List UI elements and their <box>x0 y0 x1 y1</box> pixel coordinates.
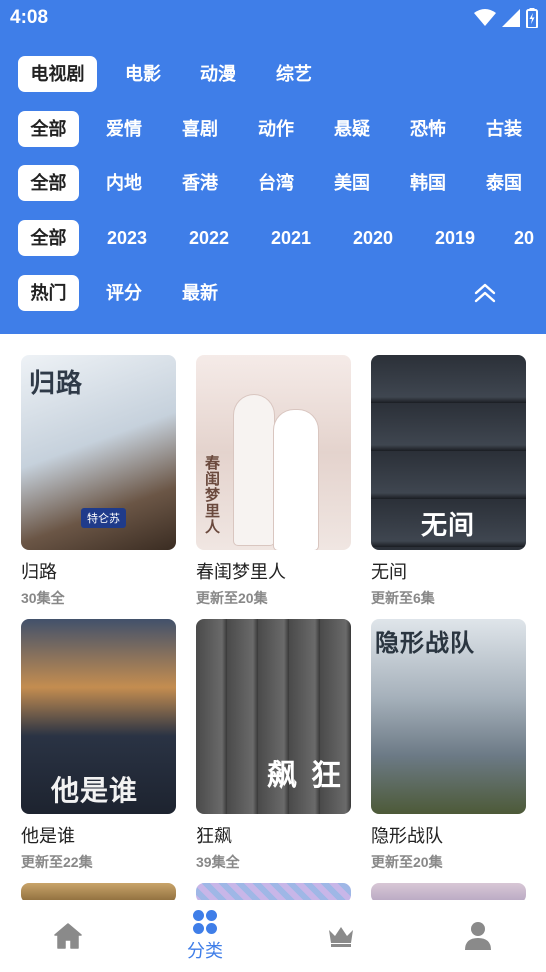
show-grid: 归路 特仑苏 归路 30集全 春闺梦里人 春闺梦里人 更新至20集 无间 无间 … <box>0 334 546 900</box>
poster-badge: 特仑苏 <box>81 508 126 528</box>
category-tabs: 电视剧 电影 动漫 综艺 <box>18 56 546 92</box>
poster-title-text: 归路 <box>29 369 84 399</box>
show-poster[interactable] <box>21 883 176 900</box>
episode-status: 更新至20集 <box>196 590 268 606</box>
nav-home[interactable] <box>0 900 136 972</box>
show-card[interactable]: 无间 无间 更新至6集 <box>371 355 526 608</box>
poster-title-text: 他是谁 <box>51 774 139 807</box>
nav-category-label: 分类 <box>187 941 223 961</box>
show-title: 狂飙 <box>196 826 232 846</box>
collapse-chevron-icon[interactable] <box>472 282 498 304</box>
region-mainland[interactable]: 内地 <box>94 165 154 201</box>
tab-anime[interactable]: 动漫 <box>188 56 248 92</box>
year-2022[interactable]: 2022 <box>179 220 239 256</box>
region-usa[interactable]: 美国 <box>322 165 382 201</box>
genre-action[interactable]: 动作 <box>246 111 306 147</box>
year-2020[interactable]: 2020 <box>343 220 403 256</box>
poster-figure <box>234 395 274 545</box>
bottom-nav: 分类 <box>0 900 546 972</box>
year-2019[interactable]: 2019 <box>425 220 485 256</box>
signal-icon <box>502 9 520 27</box>
year-2023[interactable]: 2023 <box>97 220 157 256</box>
battery-icon <box>526 8 538 28</box>
sort-hot[interactable]: 热门 <box>18 275 79 311</box>
show-card[interactable]: 狂飙 狂飙 39集全 <box>196 619 351 872</box>
show-title: 隐形战队 <box>371 826 443 846</box>
sort-latest[interactable]: 最新 <box>170 275 230 311</box>
episode-status: 30集全 <box>21 590 65 606</box>
episode-status: 更新至6集 <box>371 590 435 606</box>
region-filter: 全部 内地 香港 台湾 美国 韩国 泰国 <box>18 165 546 201</box>
show-poster[interactable]: 狂飙 <box>196 619 351 814</box>
poster-title-text: 无间 <box>421 511 476 541</box>
poster-figure <box>274 410 318 550</box>
region-taiwan[interactable]: 台湾 <box>246 165 306 201</box>
show-card[interactable]: 归路 特仑苏 归路 30集全 <box>21 355 176 608</box>
poster-title-text: 春闺梦里人 <box>203 455 221 535</box>
genre-romance[interactable]: 爱情 <box>94 111 154 147</box>
poster-title-text: 隐形战队 <box>375 628 475 657</box>
sort-rating[interactable]: 评分 <box>94 275 154 311</box>
status-icons <box>474 8 538 28</box>
user-icon <box>465 922 491 950</box>
nav-profile[interactable] <box>410 900 546 972</box>
genre-filter: 全部 爱情 喜剧 动作 悬疑 恐怖 古装 <box>18 111 546 147</box>
episode-status: 39集全 <box>196 854 240 870</box>
status-time: 4:08 <box>10 7 49 28</box>
poster-title-text: 狂飙 <box>261 759 340 790</box>
status-bar: 4:08 <box>0 0 546 36</box>
home-icon <box>54 923 82 949</box>
show-poster[interactable]: 他是谁 <box>21 619 176 814</box>
region-all[interactable]: 全部 <box>18 165 79 201</box>
nav-category[interactable]: 分类 <box>137 900 273 972</box>
tab-movies[interactable]: 电影 <box>113 56 173 92</box>
year-all[interactable]: 全部 <box>18 220 79 256</box>
genre-comedy[interactable]: 喜剧 <box>170 111 230 147</box>
wifi-icon <box>474 9 496 26</box>
year-filter: 全部 2023 2022 2021 2020 2019 20 <box>18 220 546 256</box>
show-poster[interactable]: 隐形战队 <box>371 619 526 814</box>
crown-icon <box>329 927 353 947</box>
year-partial[interactable]: 20 <box>514 220 546 256</box>
region-hongkong[interactable]: 香港 <box>170 165 230 201</box>
show-title: 无间 <box>371 562 407 582</box>
show-card[interactable]: 他是谁 他是谁 更新至22集 <box>21 619 176 872</box>
tab-variety[interactable]: 综艺 <box>264 56 324 92</box>
show-poster[interactable]: 归路 特仑苏 <box>21 355 176 550</box>
nav-vip[interactable] <box>273 900 409 972</box>
show-poster[interactable] <box>371 883 526 900</box>
show-poster[interactable]: 无间 <box>371 355 526 550</box>
show-card[interactable]: 隐形战队 隐形战队 更新至20集 <box>371 619 526 872</box>
show-card[interactable]: 春闺梦里人 春闺梦里人 更新至20集 <box>196 355 351 608</box>
genre-all[interactable]: 全部 <box>18 111 79 147</box>
genre-horror[interactable]: 恐怖 <box>398 111 458 147</box>
filter-header: 4:08 电视剧 电影 动漫 综艺 全部 爱情 喜剧 动作 悬疑 恐怖 古装 全… <box>0 0 546 334</box>
year-2021[interactable]: 2021 <box>261 220 321 256</box>
show-poster[interactable] <box>196 883 351 900</box>
region-korea[interactable]: 韩国 <box>398 165 458 201</box>
show-poster[interactable]: 春闺梦里人 <box>196 355 351 550</box>
show-title: 他是谁 <box>21 826 75 846</box>
show-title: 春闺梦里人 <box>196 562 286 582</box>
tab-tv-series[interactable]: 电视剧 <box>18 56 97 92</box>
episode-status: 更新至20集 <box>371 854 443 870</box>
show-title: 归路 <box>21 562 57 582</box>
grid-category-icon <box>193 910 217 934</box>
sort-filter: 热门 评分 最新 <box>18 275 546 311</box>
episode-status: 更新至22集 <box>21 854 93 870</box>
genre-mystery[interactable]: 悬疑 <box>322 111 382 147</box>
genre-costume[interactable]: 古装 <box>474 111 534 147</box>
region-thailand[interactable]: 泰国 <box>474 165 534 201</box>
